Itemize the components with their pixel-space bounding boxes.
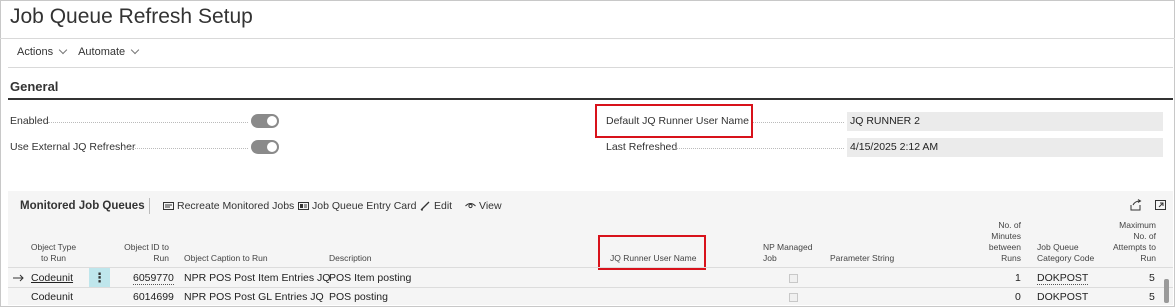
card-icon	[298, 202, 309, 210]
enabled-toggle[interactable]	[251, 114, 279, 128]
divider	[149, 198, 150, 214]
col-job-queue-category-code[interactable]: Job Queue Category Code	[1037, 242, 1094, 264]
leader-dots	[48, 122, 248, 123]
enabled-label: Enabled	[10, 115, 49, 127]
actions-menu-label: Actions	[17, 46, 54, 58]
section-divider	[8, 98, 1173, 100]
recreate-icon	[163, 202, 174, 210]
automate-menu-label: Automate	[78, 46, 126, 58]
use-external-jq-toggle[interactable]	[251, 140, 279, 154]
monitored-job-queues-title: Monitored Job Queues	[20, 200, 145, 212]
actions-menu-button[interactable]: Actions	[17, 45, 68, 58]
col-object-caption[interactable]: Object Caption to Run	[184, 253, 268, 264]
eye-icon	[465, 203, 476, 209]
edit-button[interactable]: Edit	[420, 200, 452, 212]
row-2-description[interactable]: POS posting	[329, 291, 388, 303]
use-external-jq-label: Use External JQ Refresher	[10, 141, 136, 153]
row-2-attempts[interactable]: 5	[1149, 291, 1155, 303]
col-minutes-between-runs[interactable]: No. of Minutes between Runs	[975, 220, 1021, 264]
default-runner-field[interactable]: JQ RUNNER 2	[847, 112, 1163, 131]
row-2-minutes[interactable]: 0	[1015, 291, 1021, 303]
row-1-minutes[interactable]: 1	[1015, 272, 1021, 284]
job-queue-entry-card-label: Job Queue Entry Card	[312, 200, 417, 212]
scrollbar-thumb[interactable]	[1164, 279, 1169, 303]
col-object-id[interactable]: Object ID to Run	[121, 242, 169, 264]
col-max-attempts[interactable]: Maximum No. of Attempts to Run	[1100, 220, 1156, 264]
last-refreshed-field: 4/15/2025 2:12 AM	[847, 138, 1163, 157]
chevron-down-icon	[58, 45, 68, 55]
row-2-np-managed-checkbox[interactable]	[789, 293, 798, 302]
row-2-caption: NPR POS Post GL Entries JQ	[184, 291, 324, 303]
row-2-category[interactable]: DOKPOST	[1037, 291, 1088, 303]
highlight-box	[595, 104, 753, 138]
view-label: View	[479, 200, 502, 212]
col-np-managed-job[interactable]: NP Managed Job	[763, 242, 812, 264]
row-1-np-managed-checkbox[interactable]	[789, 274, 798, 283]
header-divider	[8, 267, 1173, 268]
action-menu: Actions Automate	[17, 45, 140, 58]
row-menu-button[interactable]: ⋮	[89, 268, 110, 288]
divider	[8, 67, 1173, 68]
chevron-down-icon	[130, 45, 140, 55]
arrow-right-icon	[13, 274, 24, 282]
toggle-knob	[267, 142, 277, 152]
row-2-object-type[interactable]: Codeunit	[31, 291, 73, 303]
col-object-type[interactable]: Object Type to Run	[30, 242, 77, 264]
edit-label: Edit	[434, 200, 453, 212]
view-button[interactable]: View	[465, 200, 502, 212]
row-1-attempts[interactable]: 5	[1149, 272, 1155, 284]
row-1-category[interactable]: DOKPOST	[1037, 272, 1089, 285]
leader-dots	[124, 148, 248, 149]
toggle-knob	[267, 116, 277, 126]
expand-icon[interactable]	[1155, 199, 1167, 211]
row-divider	[8, 287, 1173, 288]
row-1-caption: NPR POS Post Item Entries JQ	[184, 272, 331, 284]
recreate-monitored-jobs-button[interactable]: Recreate Monitored Jobs	[163, 200, 294, 212]
pencil-icon	[420, 201, 430, 211]
divider	[0, 38, 1175, 39]
row-1-description[interactable]: POS Item posting	[329, 272, 411, 284]
page-title: Job Queue Refresh Setup	[10, 5, 253, 28]
col-parameter-string[interactable]: Parameter String	[830, 253, 894, 264]
leader-dots	[672, 148, 844, 149]
last-refreshed-label: Last Refreshed	[606, 141, 678, 153]
general-section-title[interactable]: General	[10, 79, 58, 94]
highlight-box	[598, 235, 706, 270]
recreate-monitored-jobs-label: Recreate Monitored Jobs	[177, 200, 295, 212]
share-icon[interactable]	[1130, 199, 1142, 211]
row-2-object-id[interactable]: 6014699	[133, 291, 174, 303]
row-1-object-type[interactable]: Codeunit	[31, 272, 73, 284]
leader-dots	[752, 122, 844, 123]
automate-menu-button[interactable]: Automate	[78, 45, 140, 58]
col-description[interactable]: Description	[329, 253, 372, 264]
job-queue-entry-card-button[interactable]: Job Queue Entry Card	[298, 200, 416, 212]
row-1-object-id[interactable]: 6059770	[133, 272, 174, 285]
